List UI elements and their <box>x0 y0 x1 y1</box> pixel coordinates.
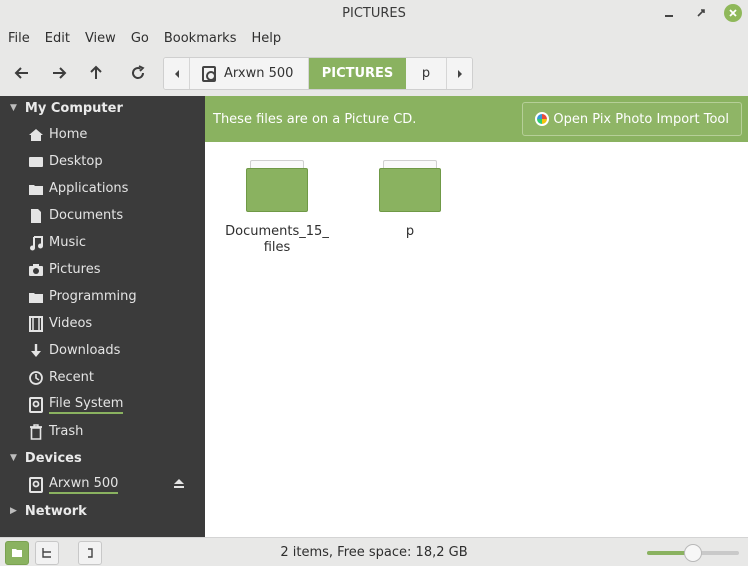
sidebar-item-file-system[interactable]: File System <box>0 391 205 418</box>
sidebar-item-music[interactable]: Music <box>0 229 205 256</box>
menu-bookmarks[interactable]: Bookmarks <box>164 31 237 46</box>
breadcrumb-label: p <box>421 66 431 81</box>
title-bar: PICTURES <box>0 0 748 26</box>
film-icon <box>28 315 44 332</box>
disk-icon <box>28 476 44 493</box>
chevron-left-icon <box>174 69 179 78</box>
menu-file[interactable]: File <box>8 31 30 46</box>
sidebar-item-downloads[interactable]: Downloads <box>0 337 205 364</box>
document-icon <box>28 208 44 224</box>
sidebar-section-network[interactable]: ▶ Network <box>0 499 87 523</box>
breadcrumb-scroll-right[interactable] <box>446 58 472 89</box>
disk-icon <box>202 65 216 82</box>
file-item-p[interactable]: p <box>355 158 465 240</box>
sidebar-item-label: Home <box>49 127 88 142</box>
breadcrumb-item-child[interactable]: p <box>406 58 446 89</box>
sidebar-item-trash[interactable]: Trash <box>0 418 205 445</box>
folder-icon <box>246 158 308 212</box>
pix-app-icon <box>535 112 550 126</box>
download-icon <box>28 343 44 359</box>
file-view[interactable]: These files are on a Picture CD. Open Pi… <box>205 96 748 537</box>
folder-icon <box>28 181 44 197</box>
folder-icon <box>28 289 44 305</box>
zoom-slider[interactable] <box>647 544 739 562</box>
arrow-left-icon <box>14 67 28 79</box>
sidebar-item-label: Pictures <box>49 262 101 277</box>
sidebar-item-label: Music <box>49 235 86 250</box>
sidebar: ▼ My Computer Home Desktop Applications … <box>0 96 205 537</box>
menu-edit[interactable]: Edit <box>45 31 70 46</box>
home-icon <box>28 127 44 143</box>
menu-help[interactable]: Help <box>251 31 281 46</box>
expander-down-icon: ▼ <box>10 103 17 113</box>
sidebar-item-programming[interactable]: Programming <box>0 283 205 310</box>
arrow-right-icon <box>53 67 67 79</box>
sidebar-item-label: Downloads <box>49 343 121 358</box>
file-name: p <box>405 224 415 239</box>
sidebar-item-label: Videos <box>49 316 93 331</box>
open-pix-import-button[interactable]: Open Pix Photo Import Tool <box>522 102 742 136</box>
sidebar-item-recent[interactable]: Recent <box>0 364 205 391</box>
disk-icon <box>28 396 44 413</box>
menu-go[interactable]: Go <box>131 31 149 46</box>
expander-right-icon: ▶ <box>10 506 17 516</box>
sidebar-item-label: Programming <box>49 289 137 304</box>
breadcrumb: Arxwn 500 PICTURES p <box>163 57 473 90</box>
forward-button[interactable] <box>44 58 74 88</box>
eject-icon[interactable] <box>173 478 185 492</box>
maximize-icon[interactable] <box>692 4 710 22</box>
sidebar-item-videos[interactable]: Videos <box>0 310 205 337</box>
sidebar-item-label: Recent <box>49 370 94 385</box>
sidebar-item-label: Desktop <box>49 154 103 169</box>
file-item-documents-15-files[interactable]: Documents_15_ files <box>222 158 332 256</box>
desktop-icon <box>28 154 44 170</box>
info-bar: These files are on a Picture CD. Open Pi… <box>205 96 748 142</box>
breadcrumb-item-device[interactable]: Arxwn 500 <box>190 58 309 89</box>
sidebar-item-desktop[interactable]: Desktop <box>0 148 205 175</box>
up-button[interactable] <box>81 58 111 88</box>
sidebar-item-pictures[interactable]: Pictures <box>0 256 205 283</box>
menu-bar: File Edit View Go Bookmarks Help <box>0 26 748 50</box>
sidebar-item-label: Documents <box>49 208 124 223</box>
sidebar-item-label: Trash <box>49 424 84 439</box>
music-icon <box>28 235 44 251</box>
menu-view[interactable]: View <box>85 31 116 46</box>
reload-icon <box>132 65 145 79</box>
arrow-up-icon <box>90 65 102 79</box>
sidebar-item-device-arxwn[interactable]: Arxwn 500 <box>0 471 205 498</box>
chevron-right-icon <box>457 69 462 78</box>
sidebar-section-my-computer[interactable]: ▼ My Computer <box>0 96 123 120</box>
status-text: 2 items, Free space: 18,2 GB <box>280 545 468 560</box>
trash-icon <box>28 423 44 440</box>
file-name: Documents_15_ files <box>225 224 329 255</box>
breadcrumb-item-current[interactable]: PICTURES <box>309 58 406 89</box>
status-bar: 2 items, Free space: 18,2 GB <box>0 537 748 566</box>
zoom-slider-handle[interactable] <box>684 544 702 562</box>
sidebar-item-home[interactable]: Home <box>0 121 205 148</box>
close-icon[interactable] <box>724 4 742 22</box>
folder-icon <box>379 158 441 212</box>
breadcrumb-scroll-left[interactable] <box>164 58 190 89</box>
breadcrumb-label: Arxwn 500 <box>224 66 294 81</box>
window-title: PICTURES <box>342 5 406 21</box>
section-label: Network <box>24 503 87 519</box>
sidebar-item-label: Arxwn 500 <box>49 476 119 494</box>
info-message: These files are on a Picture CD. <box>213 111 417 127</box>
sidebar-section-devices[interactable]: ▼ Devices <box>0 446 82 470</box>
section-label: Devices <box>24 450 82 466</box>
minimize-icon[interactable] <box>660 4 678 22</box>
sidebar-item-label: Applications <box>49 181 129 196</box>
section-label: My Computer <box>24 100 123 116</box>
reload-button[interactable] <box>123 58 153 88</box>
expander-down-icon: ▼ <box>10 453 17 463</box>
sidebar-item-documents[interactable]: Documents <box>0 202 205 229</box>
camera-icon <box>28 262 44 278</box>
back-button[interactable] <box>7 58 37 88</box>
history-icon <box>28 370 44 386</box>
sidebar-item-applications[interactable]: Applications <box>0 175 205 202</box>
breadcrumb-label: PICTURES <box>321 66 394 81</box>
sidebar-item-label: File System <box>49 396 124 414</box>
window-controls <box>660 4 742 22</box>
button-label: Open Pix Photo Import Tool <box>553 111 729 127</box>
